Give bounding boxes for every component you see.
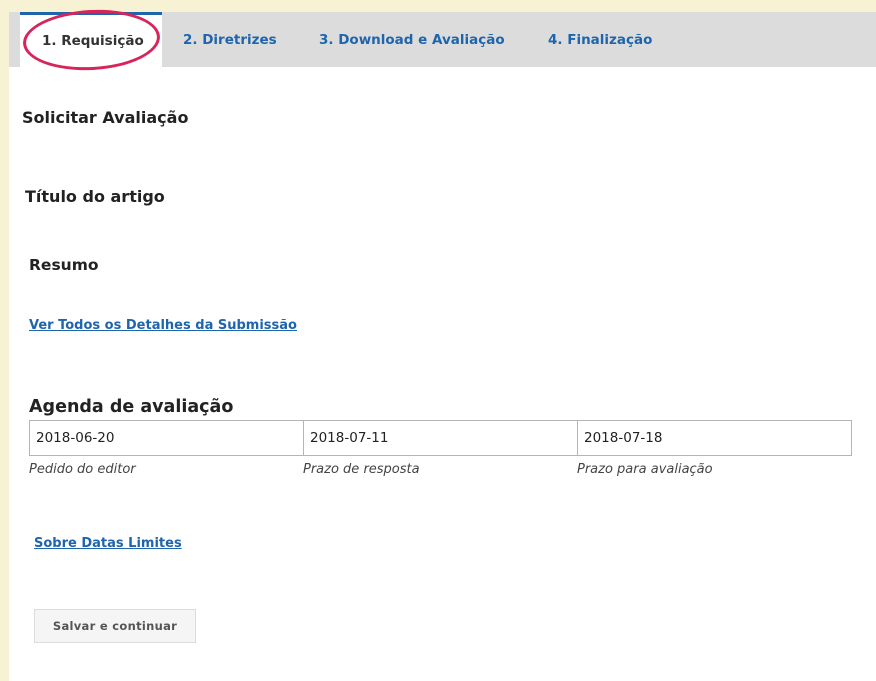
- section-title: Solicitar Avaliação: [22, 108, 189, 127]
- editor-request-date-label: Pedido do editor: [29, 462, 136, 477]
- save-and-continue-button[interactable]: Salvar e continuar: [34, 609, 196, 643]
- article-title-heading: Título do artigo: [25, 187, 165, 206]
- tab-requisicao[interactable]: 1. Requisição: [20, 12, 162, 67]
- tab-label: 1. Requisição: [42, 33, 144, 49]
- response-deadline-date-label: Prazo de resposta: [303, 462, 420, 477]
- review-schedule-heading: Agenda de avaliação: [29, 397, 234, 417]
- step-tab-bar: 1. Requisição 2. Diretrizes 3. Download …: [9, 12, 876, 67]
- tab-label: 4. Finalização: [548, 32, 653, 48]
- tab-download-avaliacao[interactable]: 3. Download e Avaliação: [319, 12, 505, 67]
- editor-request-date-field[interactable]: [29, 420, 304, 456]
- tab-finalizacao[interactable]: 4. Finalização: [548, 12, 652, 67]
- tab-label: 3. Download e Avaliação: [319, 32, 505, 48]
- tab-label: 2. Diretrizes: [183, 32, 277, 48]
- abstract-heading: Resumo: [29, 256, 99, 274]
- review-deadline-date-label: Prazo para avaliação: [577, 462, 713, 477]
- about-deadlines-link[interactable]: Sobre Datas Limites: [34, 536, 182, 551]
- response-deadline-date-field[interactable]: [303, 420, 578, 456]
- review-panel: 1. Requisição 2. Diretrizes 3. Download …: [9, 6, 876, 681]
- tab-diretrizes[interactable]: 2. Diretrizes: [183, 12, 277, 67]
- review-deadline-date-field[interactable]: [577, 420, 852, 456]
- view-submission-details-link[interactable]: Ver Todos os Detalhes da Submissão: [29, 318, 297, 333]
